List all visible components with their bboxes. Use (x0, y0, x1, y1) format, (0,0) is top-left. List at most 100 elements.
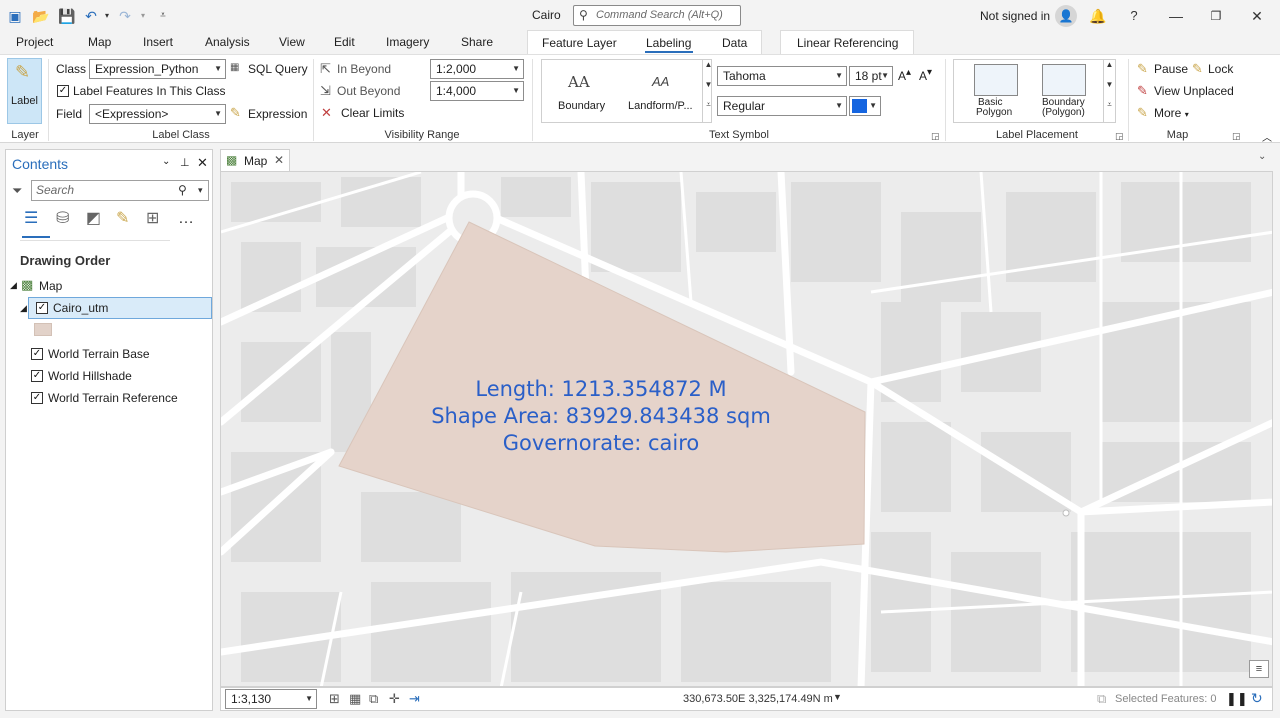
placement-basic-polygon[interactable]: Basic Polygon (960, 62, 1032, 120)
more-button[interactable]: More ▾ (1154, 106, 1189, 120)
increase-font-size-icon[interactable]: A▴ (898, 67, 911, 83)
more-options-icon[interactable]: … (178, 211, 194, 227)
placement-scroll-up-icon[interactable]: ▲ (1103, 60, 1115, 80)
label-features-checkbox[interactable]: ✓ (57, 85, 69, 97)
filter-icon[interactable]: ⏷ (12, 183, 22, 199)
tab-map[interactable]: Map (88, 35, 111, 49)
tab-view[interactable]: View (279, 35, 305, 49)
tab-linear-referencing[interactable]: Linear Referencing (797, 36, 898, 50)
help-button[interactable]: ? (1124, 6, 1144, 26)
tab-edit[interactable]: Edit (334, 35, 355, 49)
sql-query-button[interactable]: SQL Query (248, 62, 308, 76)
tab-labeling[interactable]: Labeling (646, 36, 691, 50)
font-size-select[interactable]: 18 pt ▼ (849, 66, 893, 86)
redo-icon[interactable]: ↷ (116, 7, 134, 25)
tree-item-cairo-utm[interactable]: ✓ Cairo_utm (28, 297, 212, 319)
tab-feature-layer[interactable]: Feature Layer (542, 36, 617, 50)
expression-button[interactable]: Expression (248, 107, 307, 121)
scale-select[interactable]: 1:3,130 ▼ (225, 689, 317, 709)
crosshair-icon[interactable]: ✛ (389, 692, 400, 706)
tab-data[interactable]: Data (722, 36, 747, 50)
signin-status[interactable]: Not signed in (980, 9, 1050, 23)
customize-toolbar-icon[interactable]: ⩡ (154, 7, 172, 25)
pause-button[interactable]: Pause (1154, 62, 1188, 76)
pause-drawing-icon[interactable]: ❚❚ (1226, 692, 1248, 706)
class-select[interactable]: Expression_Python ▼ (89, 59, 226, 79)
placement-expand-icon[interactable]: ⩡ (1103, 100, 1115, 122)
list-by-editing-icon[interactable]: ✎ (116, 211, 129, 227)
navigate-icon[interactable]: ⇥ (409, 692, 420, 706)
map-view-tab[interactable]: ▩ Map ✕ (220, 149, 290, 171)
gallery-scroll-down-icon[interactable]: ▼ (702, 80, 714, 100)
redo-dropdown-icon[interactable]: ▾ (134, 7, 152, 25)
layer-visibility-checkbox[interactable]: ✓ (36, 302, 48, 314)
symbol-landform[interactable]: AA Landform/P... (626, 68, 706, 118)
snapping-icon[interactable]: ⧉ (369, 692, 378, 706)
tab-share[interactable]: Share (461, 35, 493, 49)
tree-item-world-terrain-base[interactable]: World Terrain Base (48, 347, 150, 361)
minimize-button[interactable]: — (1166, 6, 1186, 26)
collapse-ribbon-icon[interactable]: ︿ (1262, 129, 1272, 144)
table-grid-icon[interactable]: ▦ (349, 692, 361, 706)
close-pane-icon[interactable]: ✕ (197, 155, 208, 171)
expand-map-icon[interactable]: ◢ (10, 280, 17, 291)
undo-dropdown-icon[interactable]: ▾ (98, 7, 116, 25)
close-tab-icon[interactable]: ✕ (274, 153, 284, 167)
in-beyond-button[interactable]: In Beyond (337, 62, 391, 76)
tree-item-world-terrain-reference[interactable]: World Terrain Reference (48, 391, 178, 405)
notification-bell-icon[interactable]: 🔔 (1088, 6, 1108, 26)
tree-item-world-hillshade[interactable]: World Hillshade (48, 369, 132, 383)
restore-button[interactable]: ❐ (1206, 6, 1226, 26)
selected-features-count[interactable]: Selected Features: 0 (1115, 693, 1217, 705)
list-by-selection-icon[interactable]: ◩ (86, 211, 101, 227)
text-symbol-launcher-icon[interactable]: ◲ (931, 131, 940, 142)
gallery-scroll-up-icon[interactable]: ▲ (702, 60, 714, 80)
avatar[interactable]: 👤 (1055, 5, 1077, 27)
command-search-input[interactable]: ⚲ Command Search (Alt+Q) (573, 5, 741, 26)
list-by-snapping-icon[interactable]: ⊞ (146, 211, 159, 227)
attribution-icon[interactable]: ≡ (1249, 660, 1269, 678)
gallery-expand-icon[interactable]: ⩡ (702, 100, 714, 122)
font-style-select[interactable]: Regular ▼ (717, 96, 847, 116)
font-color-select[interactable]: ▼ (849, 96, 881, 116)
lock-button[interactable]: Lock (1208, 62, 1233, 76)
map-canvas[interactable]: Length: 1213.354872 M Shape Area: 83929.… (220, 171, 1273, 687)
list-by-drawing-order-icon[interactable]: ☰ (24, 211, 38, 227)
label-placement-launcher-icon[interactable]: ◲ (1115, 131, 1124, 142)
map-launcher-icon[interactable]: ◲ (1232, 131, 1241, 142)
symbol-boundary[interactable]: AA Boundary (548, 68, 618, 118)
view-unplaced-button[interactable]: View Unplaced (1154, 84, 1234, 98)
chevron-down-icon: ▼ (869, 101, 877, 110)
tab-analysis[interactable]: Analysis (205, 35, 250, 49)
pin-icon[interactable]: ⊥ (180, 156, 190, 169)
close-button[interactable]: ✕ (1247, 6, 1267, 26)
tab-imagery[interactable]: Imagery (386, 35, 429, 49)
pane-options-icon[interactable]: ⌄ (162, 156, 170, 167)
tab-project[interactable]: Project (16, 35, 53, 49)
list-by-source-icon[interactable]: ⛁ (56, 211, 69, 227)
tab-insert[interactable]: Insert (143, 35, 173, 49)
layer-visibility-checkbox[interactable]: ✓ (31, 348, 43, 360)
out-beyond-scale-select[interactable]: 1:4,000 ▼ (430, 81, 524, 101)
open-project-icon[interactable]: 📂 (32, 7, 50, 25)
save-icon[interactable]: 💾 (58, 7, 76, 25)
add-grid-icon[interactable]: ⊞ (329, 692, 340, 706)
field-select[interactable]: <Expression> ▼ (89, 104, 226, 124)
layer-visibility-checkbox[interactable]: ✓ (31, 392, 43, 404)
refresh-icon[interactable]: ↻ (1251, 691, 1263, 705)
contents-search-input[interactable]: Search ⚲ ▾ (31, 180, 209, 201)
tab-list-chevron-icon[interactable]: ⌄ (1258, 151, 1266, 162)
layer-symbol-swatch[interactable] (34, 323, 52, 336)
font-family-select[interactable]: Tahoma ▼ (717, 66, 847, 86)
layer-visibility-checkbox[interactable]: ✓ (31, 370, 43, 382)
decrease-font-size-icon[interactable]: A▾ (919, 67, 932, 83)
clear-limits-button[interactable]: Clear Limits (341, 106, 404, 120)
expand-layer-icon[interactable]: ◢ (20, 303, 27, 314)
out-beyond-button[interactable]: Out Beyond (337, 84, 400, 98)
tree-item-map[interactable]: Map (39, 279, 62, 293)
coordinate-units-chevron-icon[interactable]: ▼ (833, 692, 842, 702)
field-select-value: <Expression> (95, 107, 169, 121)
placement-scroll-down-icon[interactable]: ▼ (1103, 80, 1115, 100)
label-toggle-button[interactable]: ✎ Label (7, 58, 42, 124)
in-beyond-scale-select[interactable]: 1:2,000 ▼ (430, 59, 524, 79)
